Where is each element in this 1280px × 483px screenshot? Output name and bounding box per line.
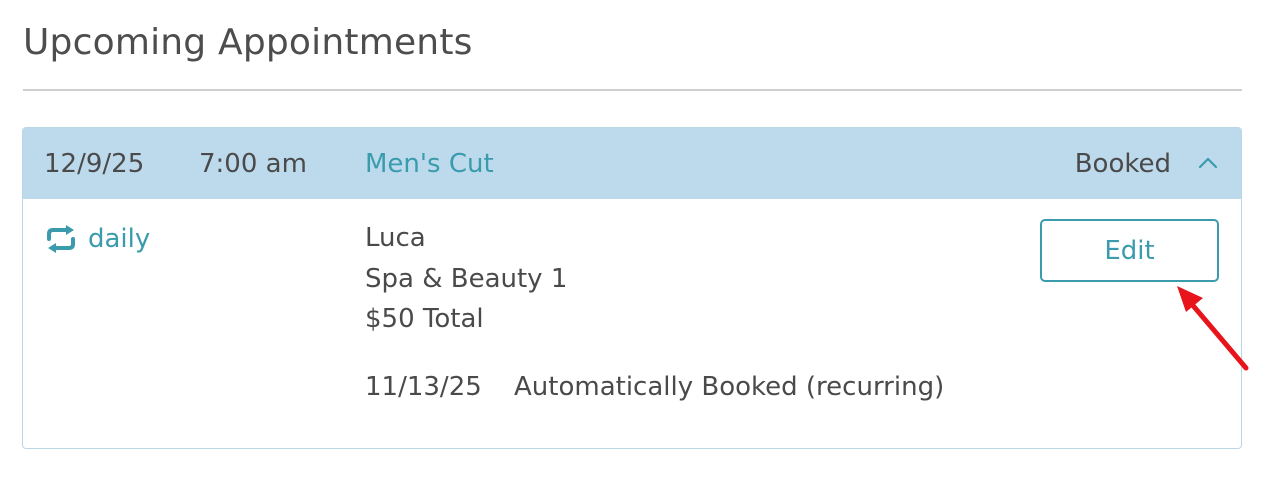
recurrence-indicator: daily	[44, 222, 150, 256]
title-divider	[23, 89, 1242, 91]
chevron-up-icon[interactable]	[1197, 152, 1219, 174]
staff-name: Luca	[365, 223, 426, 253]
service-link[interactable]: Men's Cut	[365, 148, 494, 180]
edit-button[interactable]: Edit	[1040, 219, 1219, 282]
history-date: 11/13/25	[365, 372, 482, 402]
repeat-icon	[47, 225, 75, 253]
appointments-page: Upcoming Appointments 12/9/25 7:00 am Me…	[0, 0, 1280, 483]
price-total: $50 Total	[365, 304, 484, 334]
red-arrow-icon	[1177, 286, 1249, 371]
appointment-header[interactable]: 12/9/25 7:00 am Men's Cut Booked	[23, 128, 1241, 199]
location-name: Spa & Beauty 1	[365, 264, 568, 294]
appointment-time: 7:00 am	[199, 149, 307, 179]
appointment-card: 12/9/25 7:00 am Men's Cut Booked daily L…	[22, 127, 1242, 449]
page-title: Upcoming Appointments	[23, 22, 473, 63]
status-label: Booked	[1074, 149, 1171, 179]
appointment-date: 12/9/25	[44, 149, 145, 179]
history-note: Automatically Booked (recurring)	[514, 372, 945, 402]
recurrence-label: daily	[88, 224, 151, 254]
